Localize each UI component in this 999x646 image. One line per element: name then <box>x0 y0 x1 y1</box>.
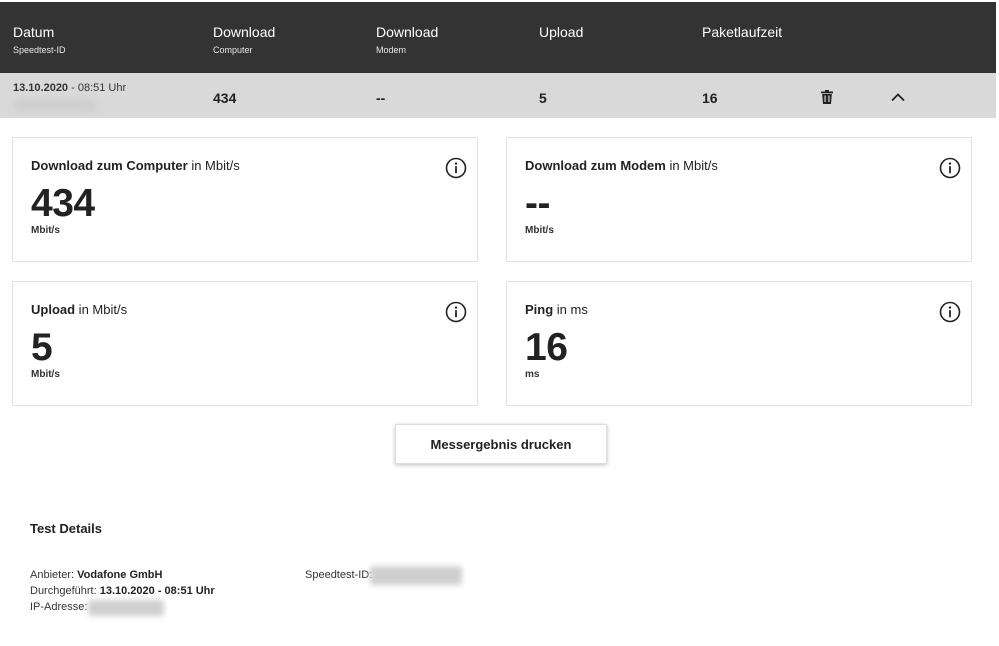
card-download-modem-unit: Mbit/s <box>525 225 554 236</box>
card-download-modem: Download zum Modem in Mbit/s -- Mbit/s <box>506 137 972 262</box>
result-download-modem: -- <box>376 90 386 106</box>
column-download-computer: Download Computer <box>213 24 275 55</box>
detail-speedtest-id: Speedtest-ID: <box>305 569 373 581</box>
column-download-modem-title: Download <box>376 24 439 40</box>
results-table-header: Datum Speedtest-ID Download Computer Dow… <box>0 2 996 73</box>
info-icon[interactable] <box>939 301 961 323</box>
card-upload: Upload in Mbit/s 5 Mbit/s <box>12 281 478 406</box>
result-row[interactable]: 13.10.2020 - 08:51 Uhr 434 -- 5 16 <box>0 73 996 118</box>
card-ping-unit: ms <box>525 369 540 380</box>
print-result-button[interactable]: Messergebnis drucken <box>395 424 607 464</box>
column-download-modem-subtitle: Modem <box>376 45 407 55</box>
result-time: - 08:51 Uhr <box>68 82 127 94</box>
card-download-computer-title: Download zum Computer in Mbit/s <box>31 158 240 173</box>
column-date-title: Datum <box>13 24 55 40</box>
card-download-modem-title: Download zum Modem in Mbit/s <box>525 158 718 173</box>
column-date-subtitle: Speedtest-ID <box>13 45 66 55</box>
test-details-title: Test Details <box>30 521 103 536</box>
result-ping: 16 <box>702 90 718 106</box>
speedtest-id-blurred <box>14 99 96 111</box>
info-icon[interactable] <box>445 157 467 179</box>
detail-ip-address: IP-Adresse: <box>30 601 88 613</box>
card-upload-value: 5 <box>31 326 53 369</box>
trash-icon[interactable] <box>821 90 833 104</box>
chevron-up-icon[interactable] <box>890 92 906 102</box>
column-upload-title: Upload <box>539 24 584 40</box>
info-icon[interactable] <box>445 301 467 323</box>
result-datetime: 13.10.2020 - 08:51 Uhr <box>13 82 126 94</box>
card-upload-title: Upload in Mbit/s <box>31 302 128 317</box>
card-download-modem-value: -- <box>525 182 550 225</box>
card-ping-title: Ping in ms <box>525 302 588 317</box>
card-upload-unit: Mbit/s <box>31 369 60 380</box>
card-download-computer: Download zum Computer in Mbit/s 434 Mbit… <box>12 137 478 262</box>
column-ping-title: Paketlaufzeit <box>702 24 783 40</box>
result-upload: 5 <box>539 90 547 106</box>
result-download-computer: 434 <box>213 90 237 106</box>
ip-address-blurred <box>88 600 164 616</box>
result-date: 13.10.2020 <box>13 82 69 94</box>
column-date: Datum Speedtest-ID <box>13 24 66 55</box>
card-ping-value: 16 <box>525 326 568 369</box>
detail-performed: Durchgeführt: 13.10.2020 - 08:51 Uhr <box>30 585 215 597</box>
info-icon[interactable] <box>939 157 961 179</box>
column-download-modem: Download Modem <box>376 24 438 55</box>
speedtest-id-detail-blurred <box>370 566 462 585</box>
card-download-computer-unit: Mbit/s <box>31 225 60 236</box>
column-upload: Upload <box>539 24 583 40</box>
card-download-computer-value: 434 <box>31 182 95 225</box>
column-download-computer-title: Download <box>213 24 276 40</box>
detail-provider: Anbieter: Vodafone GmbH <box>30 569 163 581</box>
column-download-computer-subtitle: Computer <box>213 45 253 55</box>
column-ping: Paketlaufzeit <box>702 24 782 40</box>
card-ping: Ping in ms 16 ms <box>506 281 972 406</box>
